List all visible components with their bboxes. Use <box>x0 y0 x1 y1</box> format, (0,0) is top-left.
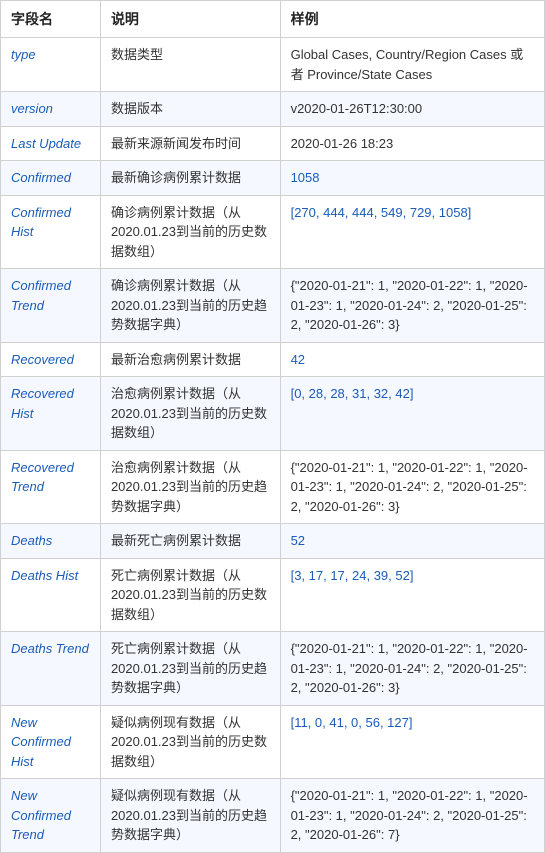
desc-cell: 治愈病例累计数据（从2020.01.23到当前的历史趋势数据字典） <box>100 450 280 524</box>
table-row: type数据类型Global Cases, Country/Region Cas… <box>1 38 545 92</box>
table-row: New Confirmed Hist疑似病例现有数据（从2020.01.23到当… <box>1 705 545 779</box>
desc-cell: 最新来源新闻发布时间 <box>100 126 280 161</box>
field-cell: Confirmed Hist <box>1 195 101 269</box>
example-cell: [3, 17, 17, 24, 39, 52] <box>280 558 544 632</box>
field-cell: Deaths Hist <box>1 558 101 632</box>
field-cell: Confirmed <box>1 161 101 196</box>
example-cell: Global Cases, Country/Region Cases 或者 Pr… <box>280 38 544 92</box>
field-cell: type <box>1 38 101 92</box>
field-cell: Confirmed Trend <box>1 269 101 343</box>
desc-cell: 最新死亡病例累计数据 <box>100 524 280 559</box>
example-cell: [11, 0, 41, 0, 56, 127] <box>280 705 544 779</box>
header-desc: 说明 <box>100 1 280 38</box>
desc-cell: 疑似病例现有数据（从2020.01.23到当前的历史数据数组） <box>100 705 280 779</box>
field-cell: Recovered Trend <box>1 450 101 524</box>
table-row: Deaths Hist死亡病例累计数据（从2020.01.23到当前的历史数据数… <box>1 558 545 632</box>
table-row: Recovered Trend治愈病例累计数据（从2020.01.23到当前的历… <box>1 450 545 524</box>
table-row: New Confirmed Trend疑似病例现有数据（从2020.01.23到… <box>1 779 545 853</box>
table-header-row: 字段名 说明 样例 <box>1 1 545 38</box>
field-cell: New Confirmed Trend <box>1 779 101 853</box>
field-cell: Last Update <box>1 126 101 161</box>
table-row: Recovered最新治愈病例累计数据42 <box>1 342 545 377</box>
desc-cell: 疑似病例现有数据（从2020.01.23到当前的历史趋势数据字典） <box>100 779 280 853</box>
example-cell: 2020-01-26 18:23 <box>280 126 544 161</box>
desc-cell: 确诊病例累计数据（从2020.01.23到当前的历史数据数组） <box>100 195 280 269</box>
header-field: 字段名 <box>1 1 101 38</box>
desc-cell: 数据类型 <box>100 38 280 92</box>
example-cell: 42 <box>280 342 544 377</box>
desc-cell: 治愈病例累计数据（从2020.01.23到当前的历史数据数组） <box>100 377 280 451</box>
field-cell: New Confirmed Hist <box>1 705 101 779</box>
table-row: Deaths Trend死亡病例累计数据（从2020.01.23到当前的历史趋势… <box>1 632 545 706</box>
example-cell: {"2020-01-21": 1, "2020-01-22": 1, "2020… <box>280 450 544 524</box>
desc-cell: 最新确诊病例累计数据 <box>100 161 280 196</box>
desc-cell: 最新治愈病例累计数据 <box>100 342 280 377</box>
table-row: Last Update最新来源新闻发布时间2020-01-26 18:23 <box>1 126 545 161</box>
table-row: Confirmed最新确诊病例累计数据1058 <box>1 161 545 196</box>
example-cell: 1058 <box>280 161 544 196</box>
example-cell: 52 <box>280 524 544 559</box>
example-cell: [0, 28, 28, 31, 32, 42] <box>280 377 544 451</box>
example-cell: {"2020-01-21": 1, "2020-01-22": 1, "2020… <box>280 632 544 706</box>
table-row: version数据版本v2020-01-26T12:30:00 <box>1 92 545 127</box>
field-cell: Recovered Hist <box>1 377 101 451</box>
desc-cell: 死亡病例累计数据（从2020.01.23到当前的历史趋势数据字典） <box>100 632 280 706</box>
table-row: Recovered Hist治愈病例累计数据（从2020.01.23到当前的历史… <box>1 377 545 451</box>
desc-cell: 确诊病例累计数据（从2020.01.23到当前的历史趋势数据字典） <box>100 269 280 343</box>
field-cell: Deaths Trend <box>1 632 101 706</box>
table-row: Confirmed Hist确诊病例累计数据（从2020.01.23到当前的历史… <box>1 195 545 269</box>
example-cell: {"2020-01-21": 1, "2020-01-22": 1, "2020… <box>280 779 544 853</box>
field-cell: Deaths <box>1 524 101 559</box>
header-example: 样例 <box>280 1 544 38</box>
example-cell: {"2020-01-21": 1, "2020-01-22": 1, "2020… <box>280 269 544 343</box>
table-row: Confirmed Trend确诊病例累计数据（从2020.01.23到当前的历… <box>1 269 545 343</box>
table-row: Deaths最新死亡病例累计数据52 <box>1 524 545 559</box>
example-cell: v2020-01-26T12:30:00 <box>280 92 544 127</box>
field-cell: version <box>1 92 101 127</box>
field-cell: Recovered <box>1 342 101 377</box>
desc-cell: 死亡病例累计数据（从2020.01.23到当前的历史数据数组） <box>100 558 280 632</box>
data-table: 字段名 说明 样例 type数据类型Global Cases, Country/… <box>0 0 545 853</box>
example-cell: [270, 444, 444, 549, 729, 1058] <box>280 195 544 269</box>
desc-cell: 数据版本 <box>100 92 280 127</box>
